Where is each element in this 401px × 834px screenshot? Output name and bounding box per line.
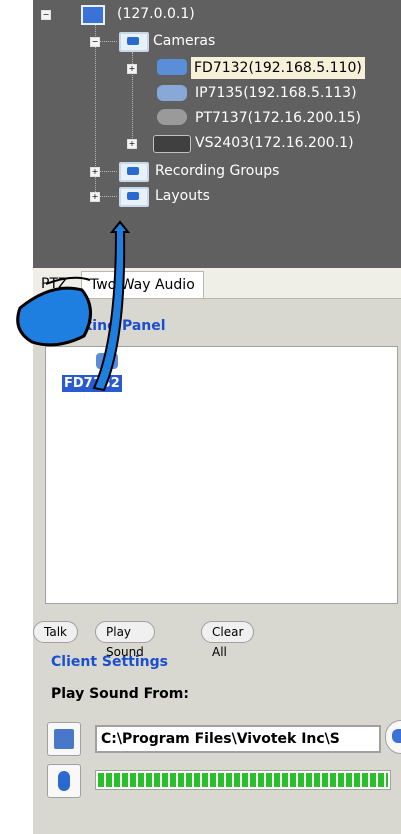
talking-device-item[interactable]: FD7132 (62, 375, 122, 392)
tree-item-device[interactable]: PT7137(172.16.200.15) (33, 107, 393, 129)
play-sound-from-label: Play Sound From: (51, 686, 189, 702)
talking-panel-title: Talking Panel (61, 318, 166, 334)
tab-ptz-label: PTZ (41, 276, 68, 292)
tree-item-recording-groups[interactable]: + Recording Groups (33, 160, 333, 182)
tab-two-way-audio[interactable]: Two Way Audio (81, 271, 204, 298)
tree-item-device[interactable]: + FD7132(192.168.5.110) (33, 57, 393, 79)
tab-two-way-audio-label: Two Way Audio (90, 277, 195, 293)
device-label: VS2403(172.16.200.1) (195, 135, 354, 151)
cameras-label: Cameras (153, 33, 216, 49)
volume-meter (95, 770, 391, 790)
talk-button-label: Talk (44, 625, 67, 639)
audio-file-icon (54, 729, 74, 749)
headset-icon (392, 729, 401, 743)
layouts-label: Layouts (155, 188, 210, 204)
audio-source-path-value: C:\Program Files\Vivotek Inc\S (101, 731, 340, 747)
computer-icon (81, 5, 105, 25)
talking-device-label: FD7132 (64, 376, 120, 391)
play-sound-button[interactable]: Play Sound (95, 621, 155, 659)
browse-audio-file-button[interactable] (47, 722, 81, 756)
server-label: (127.0.0.1) (117, 6, 195, 22)
tree-item-server[interactable]: − (127.0.0.1) (33, 3, 333, 25)
microphone-button[interactable] (47, 764, 81, 798)
tree-item-cameras[interactable]: − Cameras (33, 30, 333, 52)
ptz-camera-icon (157, 109, 187, 125)
folder-icon (119, 162, 149, 182)
tree-item-device[interactable]: + VS2403(172.16.200.1) (33, 132, 393, 154)
clear-all-button[interactable]: Clear All (201, 621, 255, 659)
expand-icon[interactable]: + (90, 192, 100, 202)
device-tree: − (127.0.0.1) − Cameras + FD7132(192.168… (33, 0, 401, 268)
video-server-icon (153, 135, 191, 153)
volume-meter-fill (98, 773, 388, 787)
device-label: PT7137(172.16.200.15) (195, 110, 361, 126)
tab-ptz[interactable]: PTZ (33, 271, 76, 297)
camera-icon (157, 85, 187, 101)
camera-icon (157, 59, 187, 75)
recording-groups-label: Recording Groups (155, 163, 280, 179)
audio-source-path-field[interactable]: C:\Program Files\Vivotek Inc\S (95, 725, 381, 753)
device-label: IP7135(192.168.5.113) (195, 85, 357, 101)
expand-icon[interactable]: + (127, 139, 137, 149)
tab-strip: PTZ Two Way Audio (33, 268, 401, 299)
expand-icon[interactable]: + (127, 64, 137, 74)
expand-icon[interactable]: + (90, 167, 100, 177)
folder-icon (119, 187, 149, 207)
tree-item-layouts[interactable]: + Layouts (33, 185, 333, 207)
device-label: FD7132(192.168.5.110) (191, 57, 365, 79)
microphone-icon (58, 771, 70, 791)
tree-item-device[interactable]: IP7135(192.168.5.113) (33, 82, 393, 104)
headset-button[interactable] (385, 720, 401, 754)
folder-open-icon (119, 32, 149, 52)
two-way-audio-panel: PTZ Two Way Audio Talking Panel FD7132 T… (33, 268, 401, 834)
camera-icon (96, 353, 118, 369)
collapse-icon[interactable]: − (90, 37, 100, 47)
client-settings-title: Client Settings (51, 654, 168, 670)
talk-button[interactable]: Talk (33, 621, 78, 643)
clear-all-button-label: Clear All (212, 625, 244, 659)
collapse-icon[interactable]: − (41, 10, 51, 20)
talking-device-list[interactable]: FD7132 (45, 346, 398, 604)
